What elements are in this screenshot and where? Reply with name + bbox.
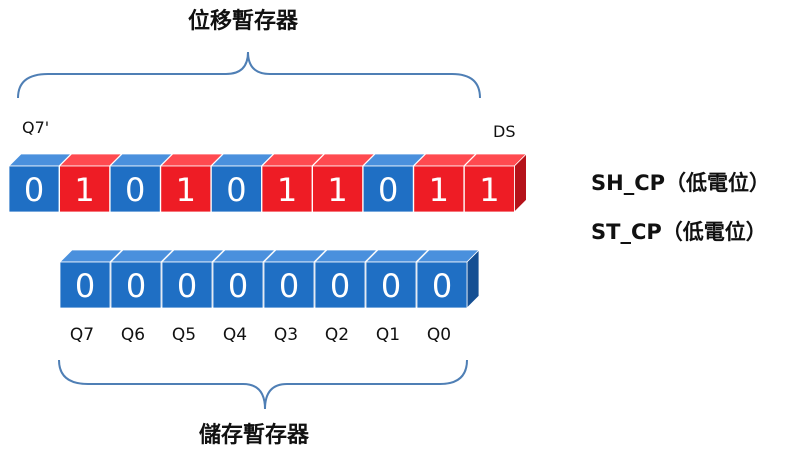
storage-output-label: Q1 [376,325,400,345]
storage-output-label: Q0 [427,325,451,345]
storage-register-title: 儲存暫存器 [199,423,310,448]
bit-value: 0 [226,171,246,209]
storage-output-label: Q2 [325,325,349,345]
storage-output-label: Q7 [70,325,94,345]
storage-register-brace [58,359,468,410]
shift-bit-cell: 1 [463,153,528,213]
bit-value: 0 [279,267,299,305]
storage-output-label: Q6 [121,325,145,345]
bit-value: 0 [378,171,398,209]
bit-value: 0 [126,267,146,305]
bit-value: 0 [24,171,44,209]
shift-register-brace [17,51,481,99]
bit-value: 1 [479,171,499,209]
bit-value: 1 [176,171,196,209]
bit-value: 0 [381,267,401,305]
ds-label: DS [493,122,516,141]
bit-value: 0 [432,267,452,305]
bit-value: 1 [277,171,297,209]
bit-value: 0 [330,267,350,305]
bit-value: 0 [75,267,95,305]
storage-output-label: Q4 [223,325,247,345]
q7-prime-label: Q7' [22,118,50,137]
storage-output-label: Q3 [274,325,298,345]
bit-value: 1 [429,171,449,209]
st-cp-state: ST_CP（低電位） [591,220,767,244]
bit-value: 1 [74,171,94,209]
bit-value: 0 [177,267,197,305]
bit-value: 1 [327,171,347,209]
bit-value: 0 [228,267,248,305]
storage-bit-cell: 0 [416,249,480,309]
shift-register-title: 位移暫存器 [188,9,299,34]
bit-value: 0 [125,171,145,209]
sh-cp-state: SH_CP（低電位） [591,171,771,195]
storage-output-label: Q5 [172,325,196,345]
shift-register-diagram: 0 1 0 1 0 1 1 0 1 1 0 0 0 0 0 0 0 0 Q7 Q6 Q5 Q4 Q3 Q2 Q1 Q0 位移暫存器… [0,0,804,455]
